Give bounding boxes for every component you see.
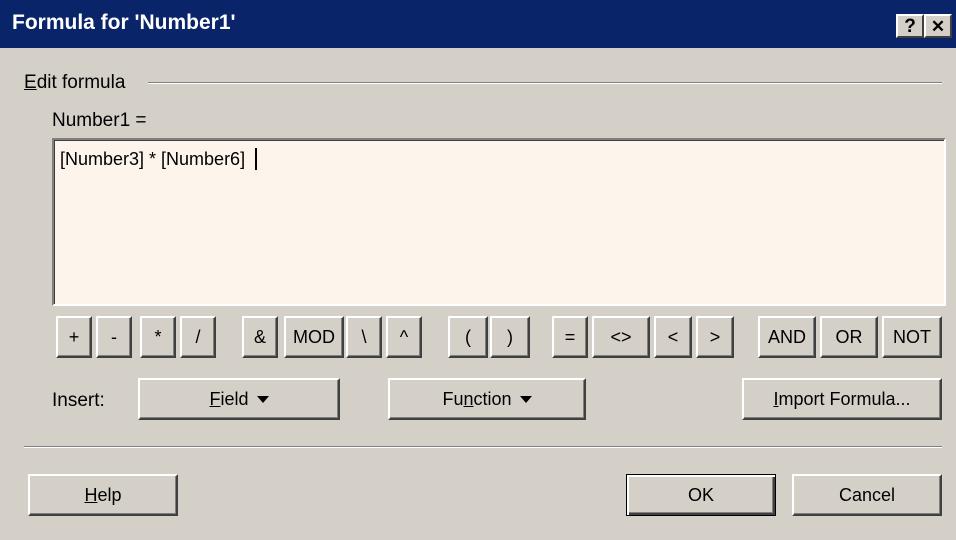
dropdown-arrow-icon [256, 395, 269, 403]
operator-plus-button[interactable]: + [56, 316, 92, 358]
close-button[interactable]: ✕ [924, 14, 952, 38]
insert-label: Insert: [52, 390, 105, 411]
operator-close-paren-button[interactable]: ) [490, 316, 530, 358]
question-mark-icon: ? [904, 15, 916, 37]
formula-text: [Number3] * [Number6] [60, 148, 258, 170]
operator-multiply-button[interactable]: * [140, 316, 176, 358]
import-formula-button[interactable]: Import Formula... [742, 378, 942, 420]
dropdown-arrow-icon [519, 395, 532, 403]
operator-not-equal-button[interactable]: <> [592, 316, 650, 358]
operator-equals-button[interactable]: = [552, 316, 588, 358]
operator-greater-than-button[interactable]: > [696, 316, 734, 358]
ok-button[interactable]: OK [626, 474, 776, 516]
operator-not-button[interactable]: NOT [882, 316, 942, 358]
help-button[interactable]: Help [28, 474, 178, 516]
field-name-label: Number1 = [52, 110, 147, 131]
operator-int-divide-button[interactable]: \ [346, 316, 382, 358]
insert-function-button[interactable]: Fu n ction [388, 378, 586, 420]
operator-or-button[interactable]: OR [820, 316, 878, 358]
footer-divider [24, 446, 942, 448]
help-title-button[interactable]: ? [896, 14, 924, 38]
operator-concat-button[interactable]: & [242, 316, 278, 358]
window-title: Formula for 'Number1' [12, 11, 236, 34]
operator-and-button[interactable]: AND [758, 316, 816, 358]
operator-power-button[interactable]: ^ [386, 316, 422, 358]
group-divider [148, 82, 942, 84]
operator-divide-button[interactable]: / [180, 316, 216, 358]
operator-less-than-button[interactable]: < [654, 316, 692, 358]
operator-open-paren-button[interactable]: ( [448, 316, 488, 358]
formula-textarea[interactable]: [Number3] * [Number6] [52, 138, 946, 306]
insert-field-button[interactable]: Field [138, 378, 340, 420]
operator-mod-button[interactable]: MOD [284, 316, 344, 358]
title-bar: Formula for 'Number1' ? ✕ [0, 0, 956, 48]
text-caret [255, 148, 258, 170]
cancel-button[interactable]: Cancel [792, 474, 942, 516]
close-icon: ✕ [930, 16, 946, 36]
operator-minus-button[interactable]: - [96, 316, 132, 358]
edit-formula-group-label: Edit formula [24, 72, 126, 93]
